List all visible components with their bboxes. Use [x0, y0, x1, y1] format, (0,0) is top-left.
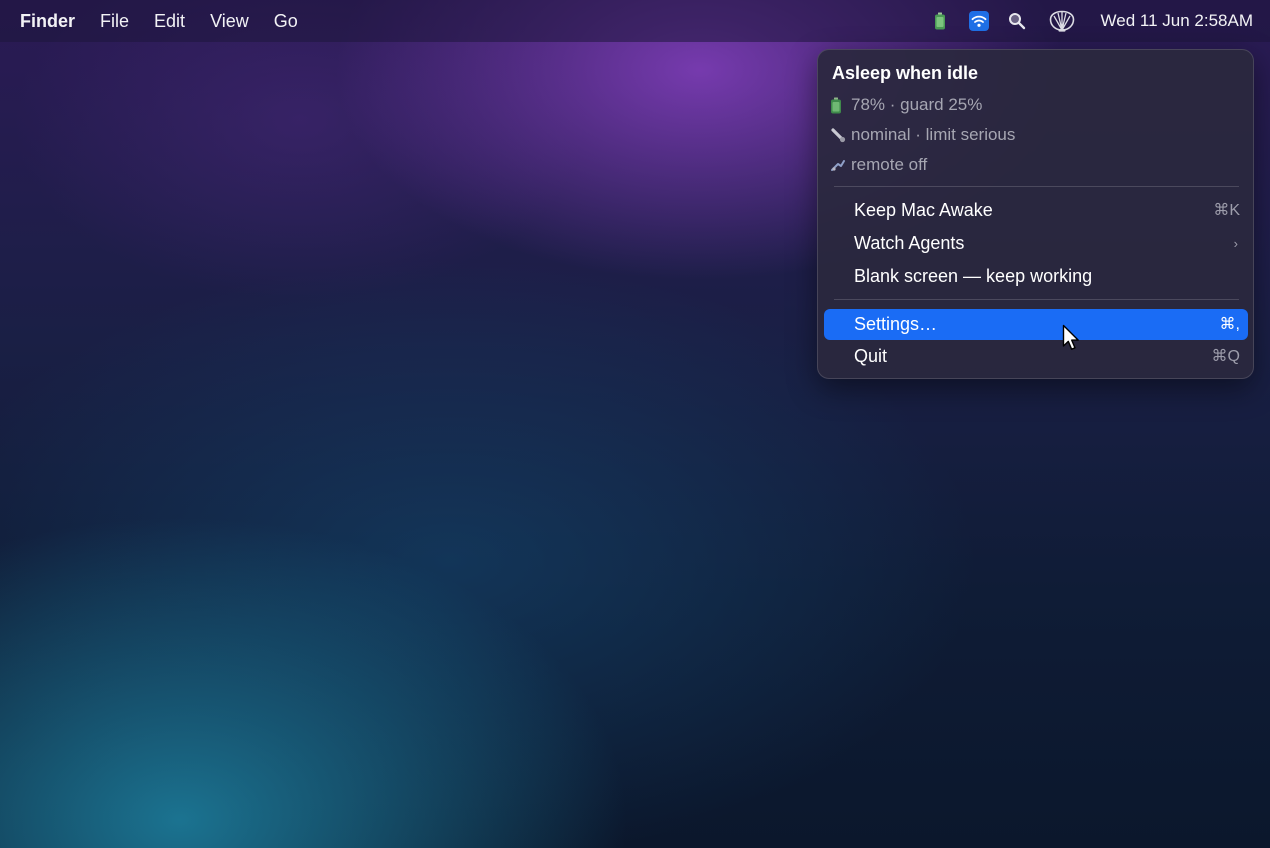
thermal-status-text: nominal · limit serious	[851, 125, 1016, 144]
shell-icon[interactable]	[1047, 10, 1077, 32]
menu-divider	[834, 186, 1239, 187]
wifi-icon[interactable]	[968, 10, 989, 32]
quit-item[interactable]: Quit ⌘Q	[824, 341, 1248, 372]
menu-edit[interactable]: Edit	[154, 11, 185, 32]
quit-label: Quit	[854, 346, 888, 366]
menu-bar: Finder File Edit View Go Wed 11 Jun 2:58…	[0, 0, 1270, 42]
keep-mac-awake-label: Keep Mac Awake	[854, 200, 993, 220]
search-icon[interactable]	[1007, 10, 1027, 32]
menu-bar-left: Finder File Edit View Go	[0, 11, 323, 32]
keep-mac-awake-item[interactable]: Keep Mac Awake ⌘K	[824, 195, 1248, 226]
blank-screen-item[interactable]: Blank screen — keep working	[824, 261, 1248, 292]
battery-icon[interactable]	[933, 10, 947, 32]
remote-icon	[830, 157, 848, 173]
menu-view[interactable]: View	[210, 11, 249, 32]
status-header: Asleep when idle	[832, 63, 979, 83]
menu-divider	[834, 299, 1239, 300]
menu-bar-right: Wed 11 Jun 2:58AM	[933, 0, 1253, 42]
blank-screen-label: Blank screen — keep working	[854, 266, 1093, 286]
watch-agents-item[interactable]: Watch Agents ›	[824, 228, 1248, 259]
menu-go[interactable]: Go	[274, 11, 298, 32]
menu-file[interactable]: File	[100, 11, 129, 32]
settings-shortcut: ⌘,	[1219, 316, 1240, 333]
settings-label: Settings…	[854, 314, 938, 334]
keep-mac-awake-shortcut: ⌘K	[1213, 202, 1240, 219]
thermal-status-row: nominal · limit serious	[830, 123, 1015, 147]
settings-item[interactable]: Settings… ⌘,	[824, 309, 1248, 340]
watch-agents-label: Watch Agents	[854, 233, 965, 253]
battery-icon	[830, 97, 848, 114]
mouse-cursor-icon	[1062, 324, 1082, 354]
remote-status-row: remote off	[830, 153, 927, 177]
thermometer-icon	[830, 127, 848, 143]
battery-status-row: 78% · guard 25%	[830, 93, 982, 117]
quit-shortcut: ⌘Q	[1211, 348, 1240, 365]
remote-status-text: remote off	[851, 155, 928, 174]
menu-bar-clock[interactable]: Wed 11 Jun 2:58AM	[1101, 11, 1253, 31]
menu-app-finder[interactable]: Finder	[20, 11, 75, 32]
chevron-right-icon: ›	[1233, 236, 1238, 251]
status-menu-dropdown: Asleep when idle 78% · guard 25% nominal…	[817, 49, 1254, 379]
battery-status-text: 78% · guard 25%	[851, 95, 983, 114]
